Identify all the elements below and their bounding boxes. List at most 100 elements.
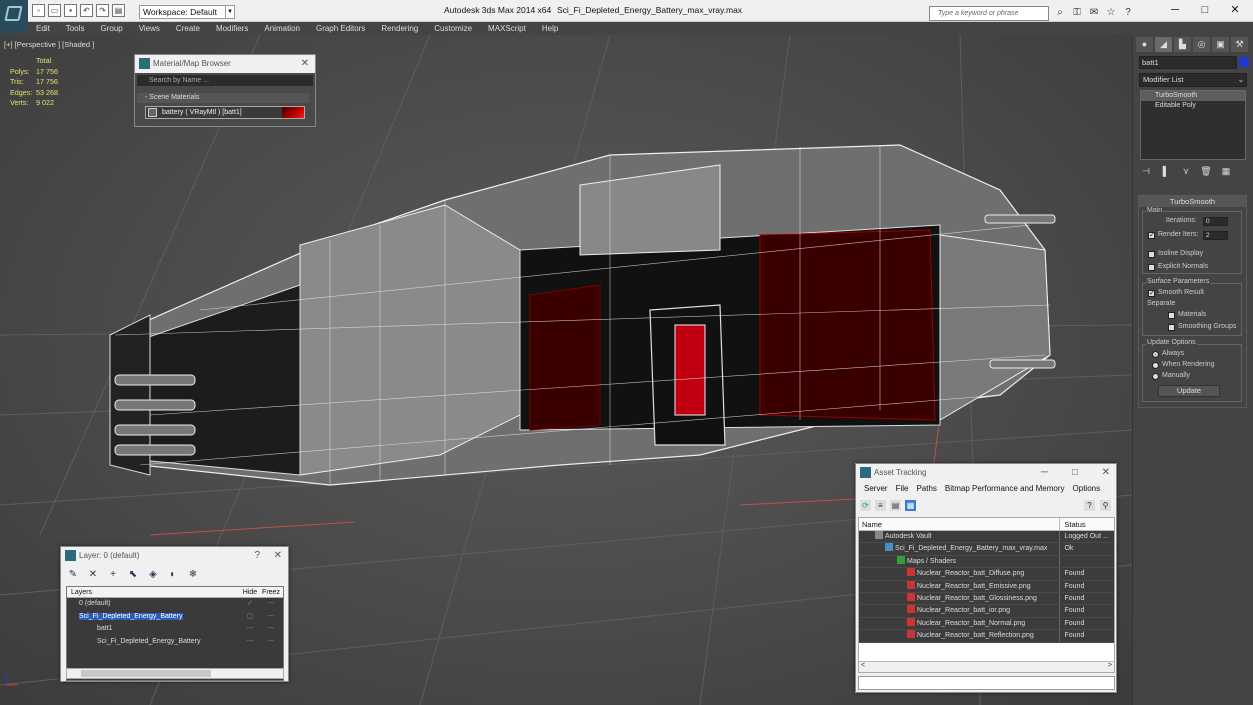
smoothing-groups-checkbox[interactable] xyxy=(1168,324,1175,331)
when-rendering-radio[interactable] xyxy=(1152,362,1159,369)
add-to-layer-icon[interactable]: + xyxy=(107,569,119,581)
close-icon[interactable]: ✕ xyxy=(1102,464,1110,482)
motion-tab-icon[interactable]: ◎ xyxy=(1193,37,1210,52)
object-name-field[interactable]: batt1 xyxy=(1139,56,1237,69)
menu-customize[interactable]: Customize xyxy=(426,24,480,33)
undo-icon[interactable]: ↶ xyxy=(80,4,93,17)
scroll-left-icon[interactable]: < xyxy=(861,662,865,669)
modify-tab-icon[interactable]: ◢ xyxy=(1155,37,1172,52)
create-tab-icon[interactable]: ● xyxy=(1136,37,1153,52)
menu-group[interactable]: Group xyxy=(92,24,130,33)
communication-icon[interactable]: ✉ xyxy=(1087,6,1101,20)
menu-options[interactable]: Options xyxy=(1069,484,1105,493)
render-iters-spinner[interactable]: 2 xyxy=(1203,231,1228,240)
material-search-input[interactable]: Search by Name ... xyxy=(137,75,313,86)
app-logo-icon[interactable] xyxy=(0,0,28,33)
open-file-icon[interactable]: ▭ xyxy=(48,4,61,17)
menu-tools[interactable]: Tools xyxy=(58,24,93,33)
hide-all-icon[interactable]: ◐ xyxy=(167,569,179,581)
menu-create[interactable]: Create xyxy=(168,24,208,33)
binoculars-icon[interactable]: ⌕ xyxy=(1053,6,1067,20)
asset-row[interactable]: Nuclear_Reactor_batt_Emissive.png Found xyxy=(859,580,1114,593)
scrollbar-thumb[interactable] xyxy=(81,670,211,677)
minimize-icon[interactable]: ─ xyxy=(1160,0,1190,20)
layer-window-titlebar[interactable]: Layer: 0 (default) ? ✕ xyxy=(61,547,288,565)
asset-row[interactable]: Sci_Fi_Depleted_Energy_Battery_max_vray.… xyxy=(859,543,1114,556)
configure-modifier-sets-icon[interactable]: ▦ xyxy=(1220,165,1232,177)
help-icon[interactable]: ? xyxy=(254,547,260,565)
help-icon[interactable]: ? xyxy=(1121,6,1135,20)
help-icon[interactable]: ? xyxy=(1084,500,1095,511)
new-file-icon[interactable]: ▫ xyxy=(32,4,45,17)
always-radio[interactable] xyxy=(1152,351,1159,358)
layer-row[interactable]: batt1 --- --- xyxy=(67,623,283,636)
menu-bitmap-performance[interactable]: Bitmap Performance and Memory xyxy=(941,484,1069,493)
menu-animation[interactable]: Animation xyxy=(256,24,308,33)
asset-row[interactable]: Maps / Shaders xyxy=(859,555,1114,569)
column-status[interactable]: Status xyxy=(1060,518,1114,530)
layer-freeze-toggle[interactable]: --- xyxy=(261,636,281,649)
update-button[interactable]: Update xyxy=(1158,385,1220,397)
freeze-all-icon[interactable]: ❄ xyxy=(187,569,199,581)
layer-horizontal-scrollbar[interactable] xyxy=(66,668,284,679)
column-layers[interactable]: Layers xyxy=(67,587,239,597)
iterations-spinner[interactable]: 0 xyxy=(1203,217,1228,226)
create-layer-icon[interactable]: ✎ xyxy=(67,569,79,581)
asset-row[interactable]: Nuclear_Reactor_batt_Reflection.png Foun… xyxy=(859,630,1114,643)
materials-checkbox[interactable] xyxy=(1168,312,1175,319)
select-objects-icon[interactable]: ⬉ xyxy=(127,569,139,581)
remove-modifier-icon[interactable]: 🗑 xyxy=(1200,165,1212,177)
close-icon[interactable]: ✕ xyxy=(274,547,282,565)
key-icon[interactable]: ⚿ xyxy=(1070,6,1084,20)
layer-hide-toggle[interactable]: --- xyxy=(239,623,261,636)
menu-server[interactable]: Server xyxy=(860,484,892,493)
layer-hide-toggle[interactable]: --- xyxy=(239,636,261,649)
render-iters-checkbox[interactable]: ✓ xyxy=(1148,232,1155,239)
display-tab-icon[interactable]: ▣ xyxy=(1212,37,1229,52)
material-item[interactable]: battery ( VRayMtl ) [batt1] xyxy=(145,106,305,119)
table-view-icon[interactable]: ▤ xyxy=(890,500,901,511)
list-view-icon[interactable]: ≡ xyxy=(875,500,886,511)
layer-row[interactable]: Sci_Fi_Depleted_Energy_Battery --- --- xyxy=(67,636,283,649)
maximize-icon[interactable]: □ xyxy=(1072,464,1078,482)
scroll-right-icon[interactable]: > xyxy=(1108,662,1112,669)
menu-modifiers[interactable]: Modifiers xyxy=(208,24,256,33)
column-hide[interactable]: Hide xyxy=(239,587,261,597)
asset-row[interactable]: Nuclear_Reactor_batt_Normal.png Found xyxy=(859,617,1114,631)
column-freeze[interactable]: Freez xyxy=(261,587,281,597)
utilities-tab-icon[interactable]: ⚒ xyxy=(1231,37,1248,52)
layer-row[interactable]: 0 (default) ✓ --- xyxy=(67,598,283,611)
menu-graph-editors[interactable]: Graph Editors xyxy=(308,24,373,33)
refresh-icon[interactable]: ⟳ xyxy=(860,500,871,511)
menu-file[interactable]: File xyxy=(892,484,913,493)
layer-freeze-toggle[interactable]: --- xyxy=(261,611,281,624)
pin-stack-icon[interactable]: ⊣ xyxy=(1140,165,1152,177)
layer-hide-toggle[interactable]: ✓ xyxy=(239,598,261,611)
asset-row[interactable]: Autodesk Vault Logged Out ... xyxy=(859,531,1114,544)
redo-icon[interactable]: ↷ xyxy=(96,4,109,17)
minimize-icon[interactable]: ─ xyxy=(1041,464,1048,482)
close-icon[interactable]: ✕ xyxy=(1220,0,1250,20)
layer-freeze-toggle[interactable]: --- xyxy=(261,623,281,636)
asset-row[interactable]: Nuclear_Reactor_batt_Diffuse.png Found xyxy=(859,568,1114,581)
stack-item-editable-poly[interactable]: Editable Poly xyxy=(1141,101,1245,111)
asset-horizontal-scrollbar[interactable]: < > xyxy=(859,661,1114,672)
close-icon[interactable]: ✕ xyxy=(301,55,309,73)
object-color-swatch[interactable] xyxy=(1239,57,1249,67)
highlight-layer-icon[interactable]: ◈ xyxy=(147,569,159,581)
column-name[interactable]: Name xyxy=(859,518,1061,530)
menu-rendering[interactable]: Rendering xyxy=(373,24,426,33)
menu-edit[interactable]: Edit xyxy=(28,24,58,33)
workspace-dropdown[interactable]: Workspace: Default ▼ xyxy=(139,5,235,19)
hierarchy-tab-icon[interactable]: ▙ xyxy=(1174,37,1191,52)
menu-paths[interactable]: Paths xyxy=(912,484,940,493)
save-file-icon[interactable]: ▪ xyxy=(64,4,77,17)
asset-path-field[interactable] xyxy=(858,676,1115,690)
layer-hide-toggle[interactable]: ▢ xyxy=(239,611,261,624)
modifier-list-dropdown[interactable]: Modifier List ⌄ xyxy=(1139,73,1247,87)
isoline-display-checkbox[interactable] xyxy=(1148,251,1155,258)
project-folder-icon[interactable]: ▤ xyxy=(112,4,125,17)
menu-views[interactable]: Views xyxy=(131,24,168,33)
turbosmooth-rollout-title[interactable]: TurboSmooth xyxy=(1139,196,1246,207)
asset-row[interactable]: Nuclear_Reactor_batt_Glossiness.png Foun… xyxy=(859,592,1114,606)
